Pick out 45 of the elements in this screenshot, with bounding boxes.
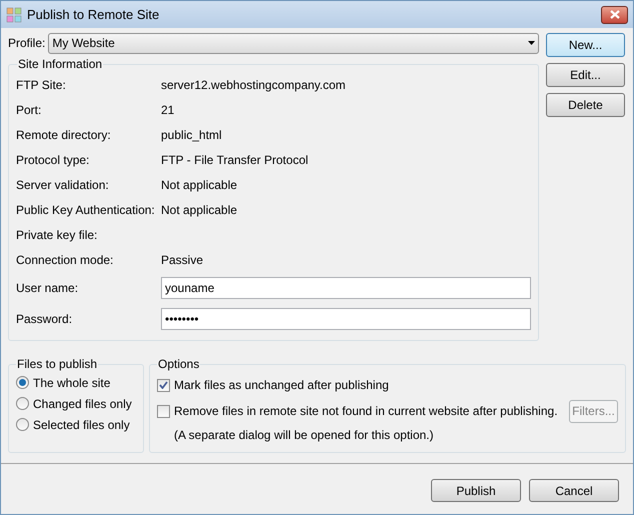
- field-label: User name:: [16, 280, 80, 296]
- field-label: Private key file:: [16, 226, 98, 242]
- field-value: 21: [161, 102, 174, 118]
- radio-label: The whole site: [33, 374, 110, 390]
- text-field[interactable]: ••••••••: [161, 308, 531, 330]
- group-title: Site Information: [17, 56, 104, 72]
- profile-button[interactable]: Delete: [546, 93, 625, 117]
- radio-button[interactable]: [16, 397, 29, 410]
- field-value: Passive: [161, 252, 204, 268]
- field-label: Password:: [16, 310, 74, 326]
- close-button[interactable]: [601, 6, 628, 24]
- field-label: Port:: [16, 102, 42, 118]
- field-label: FTP Site:: [16, 76, 67, 92]
- field-label: Connection mode:: [16, 252, 114, 268]
- profile-button[interactable]: New...: [546, 33, 625, 57]
- profile-dropdown[interactable]: My Website: [48, 32, 539, 54]
- radio-button[interactable]: [16, 418, 29, 431]
- text-field[interactable]: youname: [161, 276, 531, 298]
- radio-label: Changed files only: [33, 396, 132, 412]
- field-label: Public Key Authentication:: [16, 202, 156, 218]
- radio-button[interactable]: [16, 376, 29, 389]
- window-title: Publish to Remote Site: [27, 6, 160, 24]
- dialog-button[interactable]: Publish: [431, 479, 521, 502]
- radio-label: Selected files only: [33, 416, 130, 432]
- field-value: Not applicable: [161, 176, 238, 192]
- profile-label: Profile:: [8, 35, 46, 51]
- field-label: Remote directory:: [16, 126, 112, 142]
- field-value: server12.webhostingcompany.com: [161, 76, 346, 92]
- checkbox[interactable]: [157, 378, 170, 392]
- close-icon: [610, 10, 620, 19]
- checkbox-label: Remove files in remote site not found in current website after publishing.: [174, 403, 558, 419]
- field-label: Protocol type:: [16, 152, 90, 168]
- group-title: Files to publish: [16, 356, 98, 372]
- app-icon: [6, 6, 22, 22]
- field-value: Not applicable: [161, 202, 238, 218]
- field-value: public_html: [161, 126, 222, 142]
- option-note: (A separate dialog will be opened for this option.): [174, 427, 434, 443]
- dropdown-arrow-icon: [528, 41, 535, 45]
- field-value: FTP - File Transfer Protocol: [161, 152, 308, 168]
- checkbox-label: Mark files as unchanged after publishing: [174, 377, 389, 393]
- dialog-button[interactable]: Cancel: [529, 479, 619, 502]
- profile-button[interactable]: Edit...: [546, 63, 625, 87]
- field-label: Server validation:: [16, 176, 110, 192]
- group-title: Options: [157, 356, 200, 372]
- checkbox[interactable]: [157, 404, 170, 418]
